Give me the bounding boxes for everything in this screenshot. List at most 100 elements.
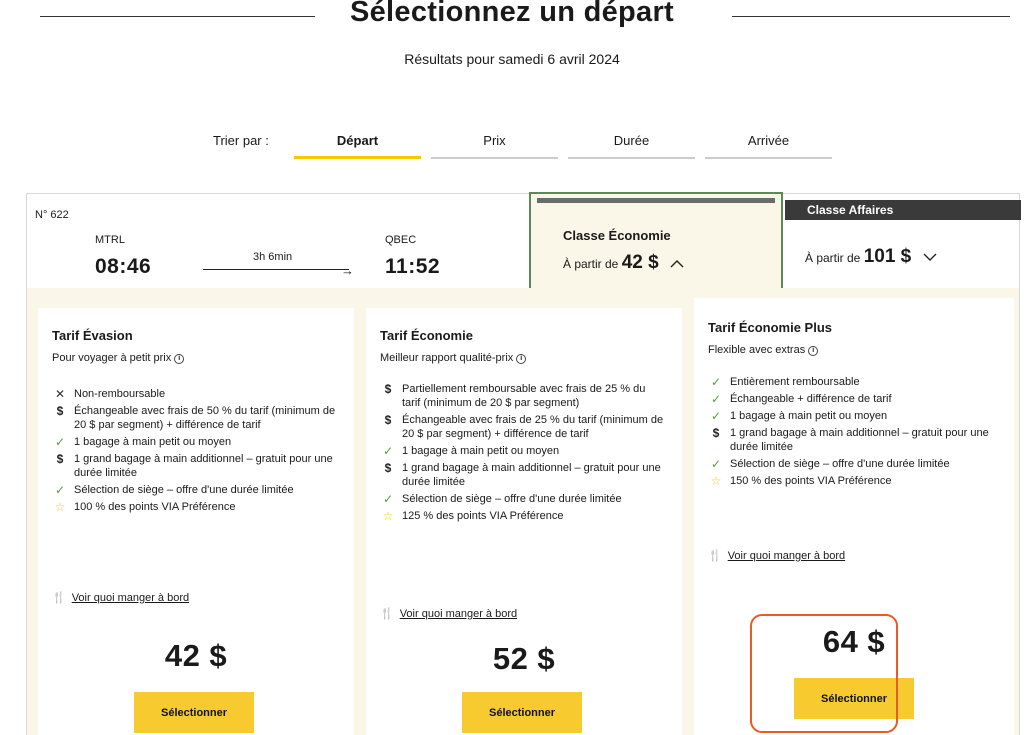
meal-link[interactable]: 🍴 Voir quoi manger à bord <box>380 607 517 620</box>
fare-features: ✓ Entièrement remboursable ✓ Échangeable +… <box>708 375 993 491</box>
fare-description: Pour voyager à petit prix i <box>52 352 185 364</box>
check-icon: ✓ <box>382 444 394 458</box>
feature-text: 125 % des points VIA Préférence <box>402 510 564 522</box>
dollar-icon: $ <box>56 452 64 466</box>
class-business-from: À partir de 101 $ <box>805 246 937 268</box>
class-economy-topbar <box>537 198 775 203</box>
select-fare-button[interactable]: Sélectionner <box>462 692 582 733</box>
fare-description-text: Pour voyager à petit prix <box>52 352 172 364</box>
utensils-icon: 🍴 <box>380 608 394 620</box>
meal-link-text[interactable]: Voir quoi manger à bord <box>72 592 189 604</box>
feature-text: Sélection de siège – offre d'une durée l… <box>74 484 294 496</box>
dollar-icon: $ <box>712 426 720 440</box>
select-fare-button[interactable]: Sélectionner <box>134 692 254 733</box>
trip-arrow-line <box>203 269 349 270</box>
info-icon[interactable]: i <box>174 354 185 364</box>
feature-item: ✓ Sélection de siège – offre d'une durée … <box>52 483 337 497</box>
meal-link-text[interactable]: Voir quoi manger à bord <box>728 550 845 562</box>
fare-card-economie: Tarif Économie Meilleur rapport qualité-… <box>366 308 682 735</box>
feature-item: ☆ 125 % des points VIA Préférence <box>380 509 665 523</box>
fare-description-text: Meilleur rapport qualité-prix <box>380 352 514 364</box>
feature-item: ✓ Échangeable + différence de tarif <box>708 392 993 406</box>
feature-text: 1 grand bagage à main additionnel – grat… <box>74 453 333 479</box>
chevron-up-icon <box>670 257 684 271</box>
class-business-title: Classe Affaires <box>785 200 1021 220</box>
feature-item: ✓ 1 bagage à main petit ou moyen <box>708 409 993 423</box>
class-business-option[interactable]: Classe Affaires À partir de 101 $ <box>785 200 1021 300</box>
star-icon: ☆ <box>54 500 66 514</box>
feature-text: 150 % des points VIA Préférence <box>730 475 892 487</box>
sort-tab-price[interactable]: Prix <box>431 133 558 159</box>
feature-text: 1 bagage à main petit ou moyen <box>402 445 560 457</box>
fare-price: 42 $ <box>164 638 228 673</box>
feature-text: 1 bagage à main petit ou moyen <box>74 436 232 448</box>
check-icon: ✓ <box>710 392 722 406</box>
selected-fare-highlight <box>750 614 898 733</box>
fare-features: $ Partiellement remboursable avec frais d… <box>380 382 665 526</box>
feature-item: ✓ Sélection de siège – offre d'une durée … <box>708 457 993 471</box>
check-icon: ✓ <box>710 409 722 423</box>
star-icon: ☆ <box>382 509 394 523</box>
class-economy-option[interactable]: Classe Économie À partir de 42 $ <box>529 192 783 296</box>
feature-item: ✓ Entièrement remboursable <box>708 375 993 389</box>
feature-text: Sélection de siège – offre d'une durée l… <box>730 458 950 470</box>
page-title: Sélectionnez un départ <box>349 0 675 28</box>
fare-name: Tarif Économie Plus <box>708 320 833 335</box>
sort-label: Trier par : <box>213 133 269 148</box>
feature-item: $ Partiellement remboursable avec frais d… <box>380 382 665 410</box>
feature-item: $ Échangeable avec frais de 25 % du tarif… <box>380 413 665 441</box>
fare-description: Flexible avec extras i <box>708 344 819 356</box>
meal-link[interactable]: 🍴 Voir quoi manger à bord <box>52 591 189 604</box>
feature-item: ☆ 150 % des points VIA Préférence <box>708 474 993 488</box>
fare-name: Tarif Économie <box>380 328 473 343</box>
feature-text: Entièrement remboursable <box>730 376 860 388</box>
cross-icon: ✕ <box>54 387 66 401</box>
train-number: N° 622 <box>35 209 69 221</box>
feature-text: 1 bagage à main petit ou moyen <box>730 410 888 422</box>
feature-text: Non-remboursable <box>74 388 166 400</box>
dollar-icon: $ <box>384 382 392 396</box>
feature-item: ✕ Non-remboursable <box>52 387 337 401</box>
from-label: À partir de <box>805 251 861 265</box>
feature-item: ✓ 1 bagage à main petit ou moyen <box>380 444 665 458</box>
class-economy-from: À partir de 42 $ <box>563 252 684 274</box>
from-label: À partir de <box>563 257 619 271</box>
fare-features: ✕ Non-remboursable $ Échangeable avec frai… <box>52 387 337 517</box>
info-icon[interactable]: i <box>516 354 527 364</box>
departure-time: 08:46 <box>95 255 152 278</box>
feature-text: Échangeable avec frais de 50 % du tarif … <box>74 405 336 431</box>
title-divider-right <box>732 16 1010 17</box>
arrival-time: 11:52 <box>385 255 441 278</box>
meal-link[interactable]: 🍴 Voir quoi manger à bord <box>708 549 845 562</box>
sort-bar: Trier par : Départ Prix Durée Arrivée <box>0 133 1024 163</box>
check-icon: ✓ <box>710 457 722 471</box>
feature-item: ✓ Sélection de siège – offre d'une durée … <box>380 492 665 506</box>
feature-item: ✓ 1 bagage à main petit ou moyen <box>52 435 337 449</box>
class-business-price: 101 $ <box>863 246 912 267</box>
check-icon: ✓ <box>54 483 66 497</box>
feature-text: Échangeable + différence de tarif <box>730 393 892 405</box>
utensils-icon: 🍴 <box>708 550 722 562</box>
sort-tab-arrival[interactable]: Arrivée <box>705 133 832 159</box>
origin-station: MTRL <box>95 234 125 246</box>
fare-price: 52 $ <box>492 641 556 676</box>
feature-item: $1 grand bagage à main additionnel – gra… <box>708 426 993 454</box>
feature-text: 1 grand bagage à main additionnel – grat… <box>730 427 989 453</box>
trip-duration: 3h 6min <box>253 251 293 263</box>
feature-item: $1 grand bagage à main additionnel – gra… <box>380 461 665 489</box>
info-icon[interactable]: i <box>808 346 819 356</box>
fare-name: Tarif Évasion <box>52 328 133 343</box>
check-icon: ✓ <box>710 375 722 389</box>
dollar-icon: $ <box>384 413 392 427</box>
sort-tab-duration[interactable]: Durée <box>568 133 695 159</box>
class-economy-title: Classe Économie <box>563 228 671 243</box>
check-icon: ✓ <box>382 492 394 506</box>
feature-item: $1 grand bagage à main additionnel – gra… <box>52 452 337 480</box>
sort-tab-departure[interactable]: Départ <box>294 133 421 159</box>
feature-item: ☆ 100 % des points VIA Préférence <box>52 500 337 514</box>
meal-link-text[interactable]: Voir quoi manger à bord <box>400 608 517 620</box>
feature-text: 100 % des points VIA Préférence <box>74 501 236 513</box>
feature-text: Sélection de siège – offre d'une durée l… <box>402 493 622 505</box>
fare-description: Meilleur rapport qualité-prix i <box>380 352 527 364</box>
star-icon: ☆ <box>710 474 722 488</box>
